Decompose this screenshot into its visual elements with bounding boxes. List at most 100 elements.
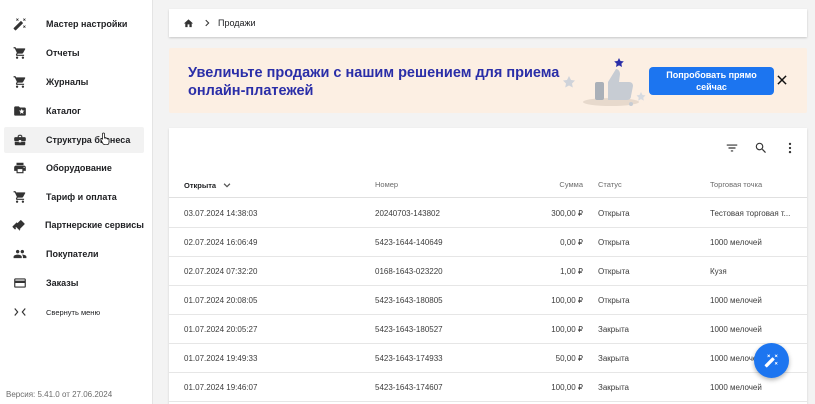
- cell-number: 5423-1643-180805: [375, 296, 443, 305]
- banner-title: Увеличьте продажи с нашим решением для п…: [188, 65, 560, 99]
- cart-icon: [12, 45, 28, 61]
- folder-star-icon: [12, 103, 28, 119]
- collapse-arrows-icon: [12, 304, 28, 320]
- collapse-menu-label: Свернуть меню: [46, 307, 101, 317]
- people-icon: [12, 246, 28, 262]
- column-header-opened[interactable]: Открыта: [184, 180, 232, 190]
- collapse-menu-button[interactable]: Свернуть меню: [4, 299, 144, 325]
- cell-point: 1000 мелочей: [710, 325, 762, 334]
- cell-point: 1000 мелочей: [710, 296, 762, 305]
- sidebar-item-label: Тариф и оплата: [46, 192, 117, 202]
- chevron-right-icon: [202, 18, 212, 28]
- cell-sum: 100,00 ₽: [551, 325, 583, 334]
- cell-number: 5423-1643-180527: [375, 325, 443, 334]
- cell-sum: 100,00 ₽: [551, 383, 583, 392]
- table-row[interactable]: 01.07.2024 20:08:05 5423-1643-180805 100…: [169, 286, 807, 315]
- cell-opened: 02.07.2024 16:06:49: [184, 238, 258, 247]
- sidebar-item-label: Структура бизнеса: [46, 135, 131, 145]
- home-icon[interactable]: [183, 18, 194, 29]
- table-row[interactable]: 02.07.2024 16:06:49 5423-1644-140649 0,0…: [169, 228, 807, 257]
- cell-opened: 01.07.2024 20:05:27: [184, 325, 258, 334]
- cell-status: Открыта: [598, 238, 630, 247]
- sidebar: Мастер настройки Отчеты Журналы Каталог …: [0, 0, 153, 404]
- setup-wizard-fab[interactable]: [754, 343, 789, 378]
- table-row[interactable]: 03.07.2024 14:38:03 20240703-143802 300,…: [169, 199, 807, 228]
- column-header-status[interactable]: Статус: [598, 180, 622, 189]
- magic-wand-icon: [12, 16, 28, 32]
- cell-status: Закрыта: [598, 354, 630, 363]
- table-row[interactable]: 02.07.2024 07:32:20 0168-1643-023220 1,0…: [169, 257, 807, 286]
- column-header-number[interactable]: Номер: [375, 180, 398, 189]
- sidebar-item-label: Каталог: [46, 106, 81, 116]
- cell-opened: 01.07.2024 19:49:33: [184, 354, 258, 363]
- cell-point: 1000 мелочей: [710, 238, 762, 247]
- table-row[interactable]: 01.07.2024 19:49:33 5423-1643-174933 50,…: [169, 344, 807, 373]
- sidebar-item-setup-wizard[interactable]: Мастер настройки: [4, 11, 144, 37]
- sidebar-item-tariff[interactable]: Тариф и оплата: [4, 184, 144, 210]
- cell-status: Закрыта: [598, 383, 630, 392]
- chevron-down-icon: [222, 180, 232, 190]
- column-header-point[interactable]: Торговая точка: [710, 180, 795, 189]
- cell-status: Открыта: [598, 209, 630, 218]
- handshake-icon: [12, 217, 27, 233]
- column-header-sum[interactable]: Сумма: [559, 180, 583, 189]
- sales-table-card: Открыта Номер Сумма Статус Торговая точк…: [169, 128, 807, 404]
- cell-point: Кузя: [710, 267, 727, 276]
- search-icon[interactable]: [753, 140, 769, 156]
- sidebar-item-catalog[interactable]: Каталог: [4, 98, 144, 124]
- cell-opened: 01.07.2024 20:08:05: [184, 296, 258, 305]
- cell-number: 0168-1643-023220: [375, 267, 443, 276]
- cell-number: 20240703-143802: [375, 209, 440, 218]
- sidebar-item-label: Партнерские сервисы: [44, 220, 144, 230]
- cell-status: Открыта: [598, 267, 630, 276]
- cart-icon: [12, 74, 28, 90]
- cell-number: 5423-1643-174933: [375, 354, 443, 363]
- cell-sum: 300,00 ₽: [551, 209, 583, 218]
- cell-opened: 01.07.2024 19:46:07: [184, 383, 258, 392]
- more-vert-icon[interactable]: [782, 140, 798, 156]
- table-header: Открыта Номер Сумма Статус Торговая точк…: [169, 173, 807, 198]
- sidebar-item-label: Покупатели: [46, 249, 99, 259]
- sidebar-item-label: Отчеты: [46, 48, 80, 58]
- version-label: Версия: 5.41.0 от 27.06.2024: [6, 390, 113, 399]
- breadcrumb-current: Продажи: [218, 18, 256, 28]
- sidebar-item-label: Журналы: [46, 77, 89, 87]
- breadcrumb: Продажи: [169, 9, 807, 37]
- sidebar-item-business-structure[interactable]: Структура бизнеса: [4, 127, 144, 153]
- filter-icon[interactable]: [724, 140, 740, 156]
- close-icon[interactable]: [775, 73, 789, 87]
- table-row[interactable]: 01.07.2024 19:46:07 5423-1643-174607 100…: [169, 373, 807, 402]
- briefcase-icon: [12, 132, 28, 148]
- column-header-opened-label: Открыта: [184, 180, 217, 190]
- cell-sum: 100,00 ₽: [551, 296, 583, 305]
- sidebar-item-journals[interactable]: Журналы: [4, 69, 144, 95]
- sidebar-item-equipment[interactable]: Оборудование: [4, 155, 144, 181]
- sidebar-item-reports[interactable]: Отчеты: [4, 40, 144, 66]
- table-row[interactable]: 01.07.2024 20:05:27 5423-1643-180527 100…: [169, 315, 807, 344]
- sidebar-item-orders[interactable]: Заказы: [4, 270, 144, 296]
- cart-icon: [12, 189, 28, 205]
- magic-wand-icon: [764, 353, 779, 368]
- cell-point: 1000 мелочей: [710, 383, 762, 392]
- cell-sum: 50,00 ₽: [555, 354, 583, 363]
- cell-status: Открыта: [598, 296, 630, 305]
- thumbs-up-illustration: [559, 56, 649, 113]
- mouse-cursor-icon: [100, 132, 111, 150]
- cell-sum: 1,00 ₽: [560, 267, 583, 276]
- cell-point: Тестовая торговая т...: [710, 209, 791, 218]
- cell-number: 5423-1644-140649: [375, 238, 443, 247]
- cell-sum: 0,00 ₽: [560, 238, 583, 247]
- cell-opened: 03.07.2024 14:38:03: [184, 209, 258, 218]
- sidebar-item-label: Заказы: [46, 278, 79, 288]
- printer-icon: [12, 160, 28, 176]
- try-now-button[interactable]: Попробовать прямо сейчас: [649, 67, 774, 95]
- promo-banner: Увеличьте продажи с нашим решением для п…: [169, 48, 807, 113]
- sidebar-item-label: Оборудование: [46, 163, 112, 173]
- cell-status: Закрыта: [598, 325, 630, 334]
- sidebar-item-label: Мастер настройки: [46, 19, 128, 29]
- credit-card-icon: [12, 275, 28, 291]
- cell-number: 5423-1643-174607: [375, 383, 443, 392]
- cell-opened: 02.07.2024 07:32:20: [184, 267, 258, 276]
- sidebar-item-customers[interactable]: Покупатели: [4, 241, 144, 267]
- sidebar-item-partner-services[interactable]: Партнерские сервисы: [4, 212, 144, 238]
